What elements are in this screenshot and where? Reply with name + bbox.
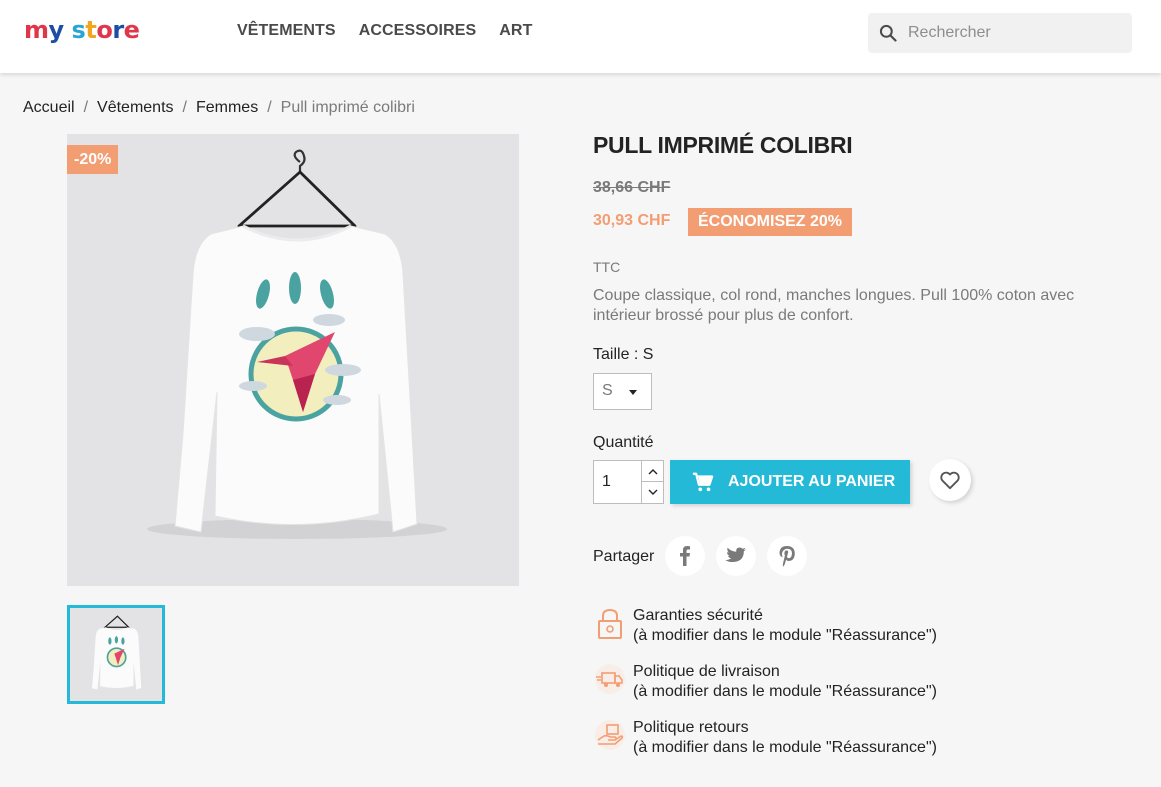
- size-select[interactable]: S: [593, 373, 652, 410]
- breadcrumb-separator: /: [267, 99, 272, 116]
- chevron-up-icon: [648, 468, 658, 474]
- reassurance-subtitle: (à modifier dans le module "Réassurance"…: [633, 627, 937, 644]
- logo-letter: m: [24, 16, 49, 44]
- product-description: Coupe classique, col rond, manches longu…: [593, 287, 1075, 324]
- logo-letter: r: [112, 16, 124, 44]
- share-facebook-button[interactable]: [665, 536, 705, 576]
- current-price: 30,93 CHF: [593, 212, 671, 229]
- quantity-stepper: 1: [593, 460, 664, 504]
- reassurance-title: Politique retours: [633, 719, 749, 736]
- size-label: Taille : S: [593, 346, 654, 363]
- reassurance-title: Garanties sécurité: [633, 607, 763, 624]
- logo-letter: [64, 16, 72, 44]
- add-to-cart-label: AJOUTER AU PANIER: [728, 473, 896, 490]
- quantity-increase-button[interactable]: [641, 461, 664, 482]
- logo-letter: o: [96, 16, 113, 44]
- breadcrumb-current: Pull imprimé colibri: [280, 99, 415, 116]
- chevron-down-icon: [629, 390, 637, 395]
- product-cover-image[interactable]: [67, 134, 519, 586]
- breadcrumb-separator: /: [182, 99, 187, 116]
- discount-badge: ÉCONOMISEZ 20%: [688, 208, 853, 236]
- search-input[interactable]: [908, 13, 1123, 53]
- regular-price: 38,66 CHF: [593, 179, 671, 196]
- logo-letter: y: [48, 16, 65, 44]
- nav-item-vetements[interactable]: VÊTEMENTS: [237, 22, 336, 40]
- logo-letter: s: [71, 16, 86, 44]
- nav-item-art[interactable]: ART: [499, 22, 532, 40]
- reassurance-subtitle: (à modifier dans le module "Réassurance"…: [633, 739, 937, 756]
- pinterest-icon: [779, 546, 795, 567]
- share-pinterest-button[interactable]: [767, 536, 807, 576]
- cart-icon: [692, 472, 714, 492]
- wishlist-button[interactable]: [929, 459, 971, 501]
- breadcrumb-item-femmes[interactable]: Femmes: [196, 99, 258, 117]
- add-to-cart-button[interactable]: AJOUTER AU PANIER: [670, 460, 910, 504]
- reassurance-subtitle: (à modifier dans le module "Réassurance"…: [633, 683, 937, 700]
- store-logo[interactable]: my store: [24, 16, 140, 44]
- share-twitter-button[interactable]: [716, 536, 756, 576]
- sweater-illustration: [147, 149, 447, 539]
- search-icon[interactable]: [878, 23, 898, 43]
- facebook-icon: [680, 546, 690, 566]
- site-header: my store VÊTEMENTS ACCESSOIRES ART: [0, 0, 1161, 73]
- truck-icon: [595, 664, 625, 694]
- nav-item-accessoires[interactable]: ACCESSOIRES: [359, 22, 477, 40]
- logo-letter: e: [123, 16, 140, 44]
- thumbnail-image: [70, 608, 162, 701]
- tax-label: TTC: [593, 259, 621, 275]
- product-thumbnail[interactable]: [67, 605, 165, 704]
- lock-icon: [598, 608, 622, 639]
- size-select-value: S: [602, 382, 613, 399]
- return-icon: [595, 720, 625, 750]
- breadcrumb-item-accueil[interactable]: Accueil: [23, 99, 75, 117]
- twitter-icon: [725, 547, 746, 563]
- main-nav: VÊTEMENTS ACCESSOIRES ART: [237, 22, 532, 40]
- share-label: Partager: [593, 548, 655, 565]
- product-title: PULL IMPRIMÉ COLIBRI: [593, 132, 853, 158]
- reassurance-title: Politique de livraison: [633, 663, 780, 680]
- breadcrumb-separator: /: [83, 99, 89, 116]
- breadcrumb-item-vetements[interactable]: Vêtements: [97, 99, 173, 117]
- quantity-label: Quantité: [593, 434, 654, 451]
- discount-flag: -20%: [67, 145, 119, 174]
- quantity-decrease-button[interactable]: [641, 482, 664, 503]
- logo-letter: t: [85, 16, 97, 44]
- chevron-down-icon: [648, 489, 658, 495]
- heart-icon: [940, 471, 960, 490]
- search-box: [868, 13, 1132, 53]
- quantity-input[interactable]: 1: [602, 473, 611, 491]
- breadcrumb: Accueil / Vêtements / Femmes / Pull impr…: [23, 99, 415, 117]
